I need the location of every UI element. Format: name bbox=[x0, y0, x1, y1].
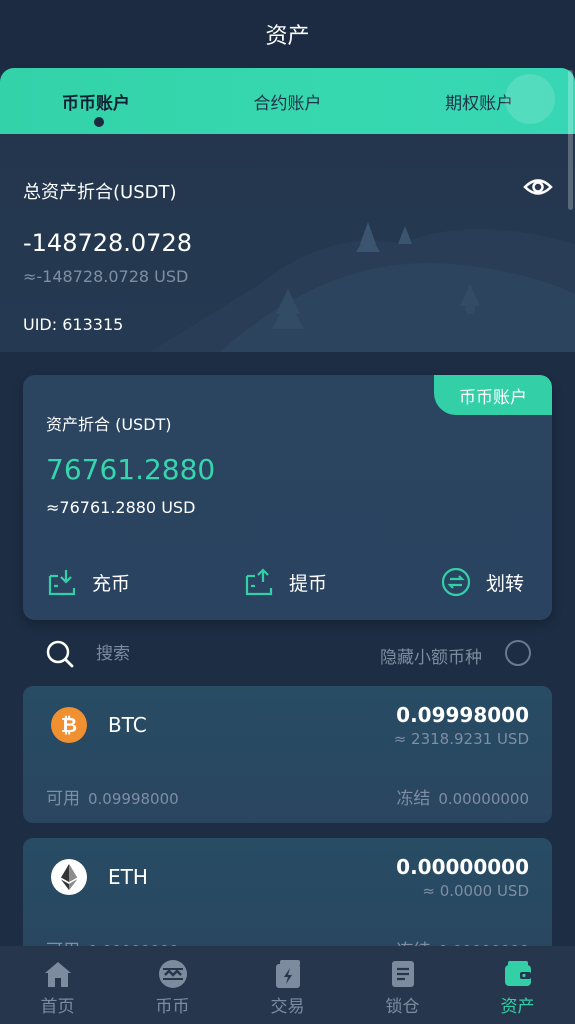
nav-trade[interactable]: 交易 bbox=[230, 946, 345, 1024]
app-root: 资产 币币账户 合约账户 期权账户 总资产折合(USDT) -148728.07… bbox=[0, 0, 575, 1024]
nav-label: 资产 bbox=[500, 997, 535, 1017]
deposit-icon bbox=[48, 570, 76, 596]
tab-spot-account[interactable]: 币币账户 bbox=[0, 89, 192, 127]
spot-account-card: 币币账户 资产折合 (USDT) 76761.2880 ≈76761.2880 … bbox=[23, 375, 552, 620]
card-assets-label: 资产折合 (USDT) bbox=[46, 415, 172, 434]
tab-label: 期权账户 bbox=[445, 93, 514, 114]
bottom-navigation: 首页 币币 交易 锁仓 资产 bbox=[0, 946, 575, 1024]
nav-label: 交易 bbox=[270, 997, 305, 1017]
nav-label: 锁仓 bbox=[385, 997, 420, 1017]
total-assets-summary: 总资产折合(USDT) -148728.0728 ≈-148728.0728 U… bbox=[0, 134, 575, 352]
card-assets-usd: ≈76761.2880 USD bbox=[46, 498, 196, 517]
deposit-label: 充币 bbox=[92, 572, 131, 595]
lock-position-icon bbox=[391, 961, 414, 987]
tab-label: 币币账户 bbox=[61, 93, 130, 114]
account-badge: 币币账户 bbox=[434, 375, 552, 415]
coin-available: 可用 0.09998000 bbox=[46, 784, 179, 809]
withdraw-label: 提币 bbox=[289, 572, 328, 595]
decorative-circle bbox=[505, 74, 555, 124]
frozen-value: 0.00000000 bbox=[438, 790, 529, 808]
hide-small-balances-toggle[interactable] bbox=[505, 640, 531, 666]
frozen-label: 冻结 bbox=[396, 789, 431, 809]
nav-lock-position[interactable]: 锁仓 bbox=[345, 946, 460, 1024]
coin-usd-value: ≈ 2318.9231 USD bbox=[393, 730, 529, 748]
deposit-button[interactable]: 充币 bbox=[46, 565, 130, 599]
total-assets-label: 总资产折合(USDT) bbox=[23, 182, 177, 203]
search-icon[interactable] bbox=[45, 639, 75, 669]
coin-symbol: ETH bbox=[108, 865, 148, 889]
card-assets-value: 76761.2880 bbox=[46, 453, 216, 486]
total-assets-usd: ≈-148728.0728 USD bbox=[23, 267, 189, 286]
tab-label: 合约账户 bbox=[253, 93, 322, 114]
hide-small-balances-label[interactable]: 隐藏小额币种 bbox=[380, 643, 482, 668]
bitcoin-icon: ₿ bbox=[51, 707, 87, 743]
page-title: 资产 bbox=[265, 24, 310, 49]
nav-assets[interactable]: 资产 bbox=[460, 946, 575, 1024]
exchange-icon bbox=[158, 960, 187, 988]
active-tab-indicator bbox=[93, 116, 104, 127]
account-tabs: 币币账户 合约账户 期权账户 bbox=[0, 68, 575, 134]
available-value: 0.09998000 bbox=[88, 790, 179, 808]
transfer-button[interactable]: 划转 bbox=[440, 565, 524, 599]
nav-label: 首页 bbox=[40, 997, 75, 1017]
eye-icon[interactable] bbox=[523, 176, 553, 198]
transfer-label: 划转 bbox=[486, 572, 525, 595]
search-row: 隐藏小额币种 bbox=[0, 630, 575, 678]
available-label: 可用 bbox=[46, 789, 80, 809]
nav-label: 币币 bbox=[155, 997, 190, 1017]
coin-symbol: BTC bbox=[108, 713, 147, 737]
wallet-icon bbox=[504, 961, 531, 986]
svg-text:₿: ₿ bbox=[61, 713, 77, 737]
trade-icon bbox=[275, 960, 300, 988]
user-id: UID: 613315 bbox=[23, 315, 124, 334]
coin-row-btc[interactable]: ₿ BTC 0.09998000 ≈ 2318.9231 USD 可用 0.099… bbox=[23, 686, 552, 823]
top-bar: 资产 bbox=[0, 0, 575, 68]
coin-frozen: 冻结 0.00000000 bbox=[396, 784, 529, 809]
coin-usd-value: ≈ 0.0000 USD bbox=[422, 882, 529, 900]
withdraw-icon bbox=[245, 568, 273, 596]
nav-exchange[interactable]: 币币 bbox=[115, 946, 230, 1024]
scrollbar[interactable] bbox=[568, 70, 573, 210]
ethereum-icon bbox=[51, 859, 87, 895]
home-icon bbox=[44, 962, 71, 987]
search-input[interactable] bbox=[96, 640, 296, 668]
total-assets-value: -148728.0728 bbox=[23, 229, 192, 257]
transfer-icon bbox=[441, 567, 471, 597]
tab-contract-account[interactable]: 合约账户 bbox=[192, 89, 384, 114]
nav-home[interactable]: 首页 bbox=[0, 946, 115, 1024]
coin-amount: 0.09998000 bbox=[396, 703, 529, 727]
coin-amount: 0.00000000 bbox=[396, 855, 529, 879]
withdraw-button[interactable]: 提币 bbox=[243, 565, 327, 599]
